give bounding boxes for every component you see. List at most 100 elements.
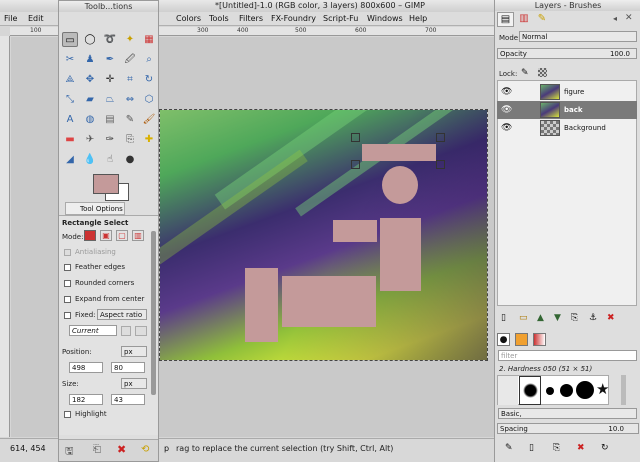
- spacing-slider[interactable]: Spacing 10.0: [497, 423, 639, 434]
- mode-subtract-icon[interactable]: ▢: [116, 230, 128, 241]
- lock-alpha-icon[interactable]: [538, 68, 547, 77]
- rotate-icon[interactable]: ↻: [141, 72, 157, 87]
- opacity-slider[interactable]: Opacity 100.0: [497, 48, 637, 59]
- eraser-icon[interactable]: ▬: [62, 132, 78, 147]
- reset-options-icon[interactable]: ⟲: [141, 444, 149, 455]
- menu-tools[interactable]: Tools: [209, 12, 229, 26]
- mode-replace-icon[interactable]: [84, 230, 96, 241]
- layer-group-icon[interactable]: ▭: [519, 313, 528, 323]
- brushes-tab-icon[interactable]: ●: [497, 333, 510, 346]
- portrait-icon[interactable]: [121, 326, 131, 336]
- landscape-icon[interactable]: [135, 326, 147, 336]
- highlight-checkbox[interactable]: [64, 411, 71, 418]
- menu-edit[interactable]: Edit: [28, 12, 44, 26]
- brush-scrollbar[interactable]: [621, 375, 626, 405]
- layer-row[interactable]: 👁 Background: [497, 119, 637, 137]
- shear-icon[interactable]: ▰: [82, 92, 98, 107]
- size-unit-dropdown[interactable]: px: [121, 378, 147, 389]
- edit-brush-icon[interactable]: ✎: [505, 443, 513, 453]
- fixed-checkbox[interactable]: [64, 312, 71, 319]
- ellipse-select-icon[interactable]: ◯: [82, 32, 98, 47]
- brush-filter-field[interactable]: filter: [498, 350, 637, 361]
- raise-layer-icon[interactable]: ▲: [537, 313, 544, 323]
- position-x-field[interactable]: 498: [69, 362, 103, 373]
- rect-select-icon[interactable]: ▭: [62, 32, 78, 47]
- fuzzy-select-icon[interactable]: ✦: [122, 32, 138, 47]
- brush-item[interactable]: [560, 384, 573, 397]
- smudge-icon[interactable]: ☝: [102, 152, 118, 167]
- blur-icon[interactable]: 💧: [82, 152, 98, 167]
- mode-add-icon[interactable]: ▣: [100, 230, 112, 241]
- airbrush-icon[interactable]: ✈: [82, 132, 98, 147]
- color-select-icon[interactable]: ▦: [141, 32, 157, 47]
- gradients-tab-icon[interactable]: [533, 333, 546, 346]
- patterns-tab-icon[interactable]: [515, 333, 528, 346]
- antialiasing-checkbox[interactable]: [64, 249, 71, 256]
- eye-icon[interactable]: 👁: [501, 119, 512, 137]
- channels-tab-icon[interactable]: ▥: [517, 13, 531, 27]
- menu-colors[interactable]: Colors: [176, 12, 201, 26]
- flip-icon[interactable]: ⇔: [122, 92, 138, 107]
- selected-rectangle[interactable]: [362, 144, 436, 161]
- menu-help[interactable]: Help: [409, 12, 427, 26]
- lower-layer-icon[interactable]: ▼: [554, 313, 561, 323]
- options-scrollbar[interactable]: [151, 231, 156, 395]
- crop-icon[interactable]: ⌗: [122, 72, 138, 87]
- delete-layer-icon[interactable]: ✖: [607, 313, 615, 323]
- layer-row[interactable]: 👁 figure: [497, 83, 637, 101]
- color-picker-icon[interactable]: 🖉: [122, 52, 138, 67]
- restore-options-icon[interactable]: ⎗: [93, 444, 101, 455]
- fixed-dropdown[interactable]: Aspect ratio: [97, 309, 147, 320]
- menu-file[interactable]: File: [4, 12, 17, 26]
- position-y-field[interactable]: 80: [111, 362, 145, 373]
- delete-brush-icon[interactable]: ✖: [577, 443, 585, 453]
- move-icon[interactable]: ✥: [82, 72, 98, 87]
- lock-pixels-icon[interactable]: ✎: [521, 68, 529, 78]
- clone-icon[interactable]: ⎘: [122, 132, 138, 147]
- selection-handle[interactable]: [351, 160, 360, 169]
- menu-script-fu[interactable]: Script-Fu: [323, 12, 358, 26]
- fixed-current-field[interactable]: Current: [69, 325, 117, 336]
- save-options-icon[interactable]: 🖫: [65, 444, 74, 461]
- mode-intersect-icon[interactable]: ▥: [132, 230, 144, 241]
- image-canvas[interactable]: [159, 109, 488, 361]
- scissors-icon[interactable]: ✂: [62, 52, 78, 67]
- scale-icon[interactable]: ⤡: [62, 92, 78, 107]
- size-height-field[interactable]: 43: [111, 394, 145, 405]
- perspective-icon[interactable]: ⏢: [102, 92, 118, 107]
- tab-tool-options[interactable]: Tool Options: [65, 202, 125, 215]
- brush-item-selected[interactable]: [519, 376, 541, 405]
- foreground-color-swatch[interactable]: [93, 174, 119, 194]
- cage-icon[interactable]: ⬡: [141, 92, 157, 107]
- paths-icon[interactable]: ✒: [102, 52, 118, 67]
- rounded-checkbox[interactable]: [64, 280, 71, 287]
- position-unit-dropdown[interactable]: px: [121, 346, 147, 357]
- selection-handle[interactable]: [351, 133, 360, 142]
- size-width-field[interactable]: 182: [69, 394, 103, 405]
- align-icon[interactable]: ✛: [102, 72, 118, 87]
- brush-item[interactable]: [546, 387, 554, 395]
- new-layer-icon[interactable]: ▯: [501, 313, 506, 323]
- brush-item[interactable]: [576, 381, 594, 399]
- menu-fx-foundry[interactable]: FX-Foundry: [271, 12, 316, 26]
- paths-tab-icon[interactable]: ✎: [535, 13, 549, 27]
- eye-icon[interactable]: 👁: [501, 83, 512, 101]
- delete-options-icon[interactable]: ✖: [117, 443, 126, 456]
- layer-row-active[interactable]: 👁 back: [497, 101, 637, 119]
- close-dock-icon[interactable]: ✕: [625, 13, 633, 23]
- text-icon[interactable]: A: [62, 112, 78, 127]
- blend-icon[interactable]: ▤: [102, 112, 118, 127]
- paintbrush-icon[interactable]: 🖌: [141, 112, 157, 127]
- feather-checkbox[interactable]: [64, 264, 71, 271]
- foreground-select-icon[interactable]: ♟: [82, 52, 98, 67]
- vertical-ruler[interactable]: [0, 36, 10, 437]
- menu-filters[interactable]: Filters: [239, 12, 263, 26]
- layers-tab-icon[interactable]: ▤: [497, 12, 514, 27]
- zoom-icon[interactable]: ⌕: [141, 52, 157, 67]
- tab-menu-icon[interactable]: ◂: [613, 14, 617, 23]
- measure-icon[interactable]: ⟁: [62, 72, 78, 87]
- duplicate-layer-icon[interactable]: ⎘: [571, 313, 578, 323]
- brush-item[interactable]: [498, 376, 518, 405]
- star-brush-icon[interactable]: ★: [596, 380, 609, 398]
- ink-icon[interactable]: ✑: [102, 132, 118, 147]
